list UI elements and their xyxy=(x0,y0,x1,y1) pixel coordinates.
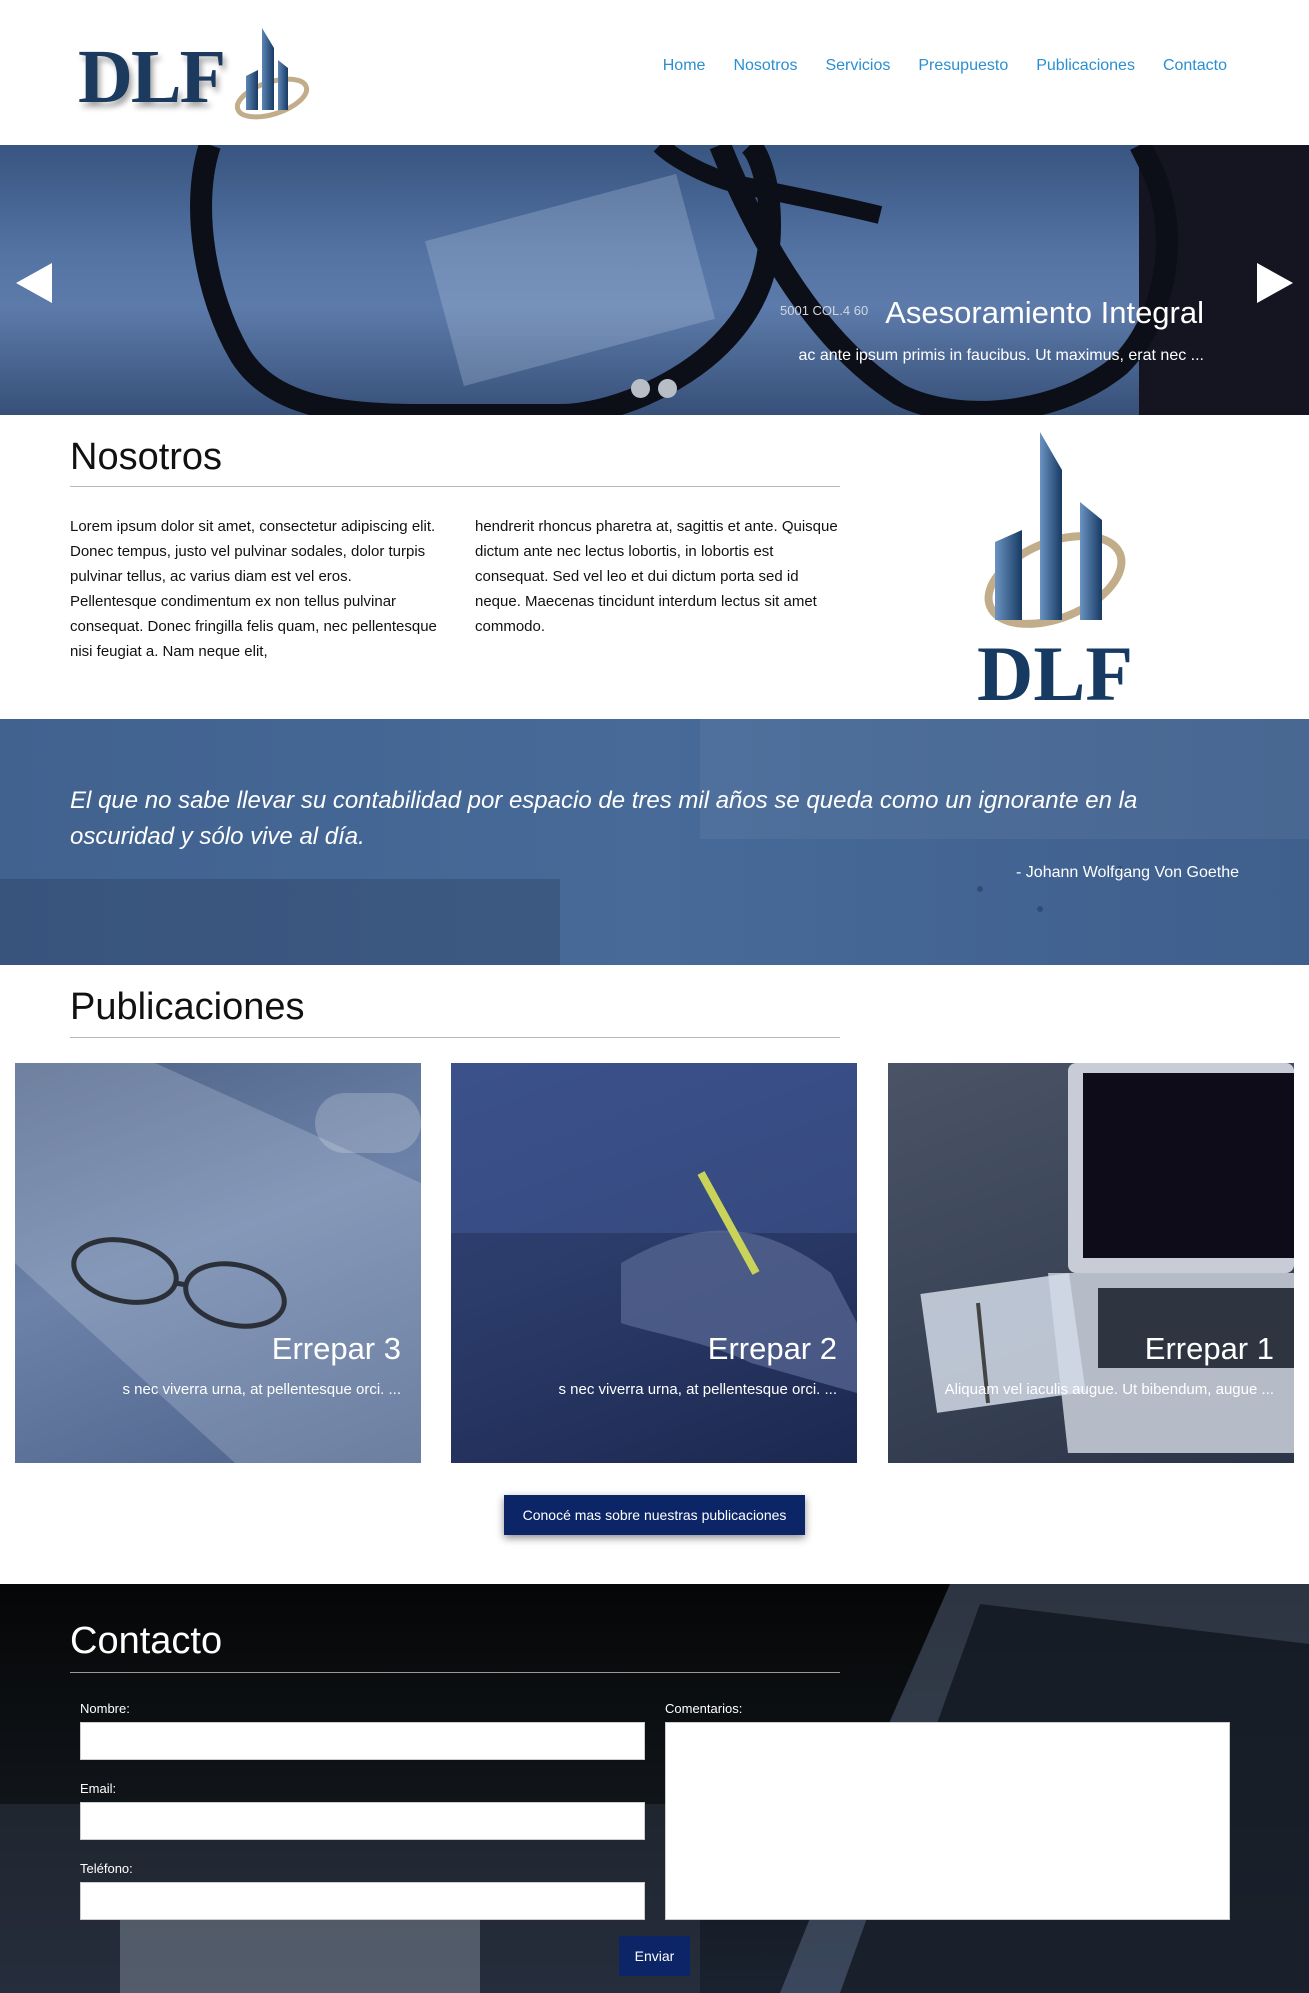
nombre-input[interactable] xyxy=(80,1722,645,1760)
contacto-title: Contacto xyxy=(70,1620,223,1662)
nav-publicaciones[interactable]: Publicaciones xyxy=(1036,57,1135,75)
hero-glasses-image: 5001 COL.4 60 xyxy=(0,145,1309,415)
dlf-logo-icon: DLF xyxy=(977,432,1133,717)
publication-subtitle: s nec viverra urna, at pellentesque orci… xyxy=(558,1381,837,1398)
hero-prev-arrow-icon[interactable] xyxy=(16,263,52,303)
quote-banner: El que no sabe llevar su contabilidad po… xyxy=(0,719,1309,965)
hero-title: Asesoramiento Integral xyxy=(885,295,1204,330)
quote-text: El que no sabe llevar su contabilidad po… xyxy=(70,787,1138,850)
nav-presupuesto[interactable]: Presupuesto xyxy=(918,57,1008,75)
nosotros-logo: DLF xyxy=(960,430,1150,717)
site-logo[interactable]: DLF xyxy=(78,22,310,122)
publication-title: Errepar 3 xyxy=(271,1331,401,1366)
nosotros-logo-text: DLF xyxy=(977,630,1133,708)
book-glasses-image xyxy=(15,1063,421,1463)
comentarios-label: Comentarios: xyxy=(665,1701,743,1716)
publicaciones-title: Publicaciones xyxy=(70,986,305,1028)
site-header: DLF Home Nosotros Servicios Presupuesto … xyxy=(0,0,1309,145)
publication-card[interactable]: Errepar 2 s nec viverra urna, at pellent… xyxy=(451,1063,857,1463)
telefono-label: Teléfono: xyxy=(80,1861,133,1876)
svg-text:5001 COL.4 60: 5001 COL.4 60 xyxy=(780,303,868,318)
send-button[interactable]: Enviar xyxy=(619,1936,690,1976)
main-nav: Home Nosotros Servicios Presupuesto Publ… xyxy=(635,57,1227,75)
nosotros-title: Nosotros xyxy=(70,436,223,478)
hero-dot-1[interactable] xyxy=(631,379,650,398)
publication-title: Errepar 2 xyxy=(707,1331,837,1366)
nav-home[interactable]: Home xyxy=(663,57,706,75)
email-input[interactable] xyxy=(80,1802,645,1840)
publication-title: Errepar 1 xyxy=(1144,1331,1274,1366)
hero-dot-2[interactable] xyxy=(658,379,677,398)
more-publications-button[interactable]: Conocé mas sobre nuestras publicaciones xyxy=(504,1495,805,1535)
nav-servicios[interactable]: Servicios xyxy=(825,57,890,75)
nav-nosotros[interactable]: Nosotros xyxy=(733,57,797,75)
hero-pagination xyxy=(631,379,677,398)
nombre-label: Nombre: xyxy=(80,1701,130,1716)
quote-author: - Johann Wolfgang Von Goethe xyxy=(1016,864,1239,881)
publication-card[interactable]: Errepar 1 Aliquam vel iaculis augue. Ut … xyxy=(888,1063,1294,1463)
nav-contacto[interactable]: Contacto xyxy=(1163,57,1227,75)
publicaciones-divider xyxy=(70,1037,840,1038)
publication-subtitle: Aliquam vel iaculis augue. Ut bibendum, … xyxy=(944,1381,1274,1398)
email-label: Email: xyxy=(80,1781,117,1796)
telefono-input[interactable] xyxy=(80,1882,645,1920)
publication-subtitle: s nec viverra urna, at pellentesque orci… xyxy=(122,1381,401,1398)
hero-subtitle: ac ante ipsum primis in faucibus. Ut max… xyxy=(798,347,1204,364)
publicaciones-cards: Errepar 3 s nec viverra urna, at pellent… xyxy=(0,1063,1309,1463)
hero-next-arrow-icon[interactable] xyxy=(1257,263,1293,303)
hero-slider: 5001 COL.4 60 Asesoramiento Integral ac … xyxy=(0,145,1309,415)
logo-buildings-icon xyxy=(234,28,310,120)
nosotros-text-col2: hendrerit rhoncus pharetra at, sagittis … xyxy=(475,518,838,635)
contact-section: Contacto Nombre: Email: Teléfono: Coment… xyxy=(0,1584,1309,1993)
hand-writing-image xyxy=(451,1063,857,1393)
publication-card[interactable]: Errepar 3 s nec viverra urna, at pellent… xyxy=(15,1063,421,1463)
laptop-notebook-image xyxy=(920,1063,1294,1453)
contacto-divider xyxy=(70,1672,840,1673)
nosotros-text-col1: Lorem ipsum dolor sit amet, consectetur … xyxy=(70,518,437,660)
nosotros-divider xyxy=(70,486,840,487)
logo-text: DLF xyxy=(78,35,226,119)
comentarios-textarea[interactable] xyxy=(665,1722,1230,1920)
